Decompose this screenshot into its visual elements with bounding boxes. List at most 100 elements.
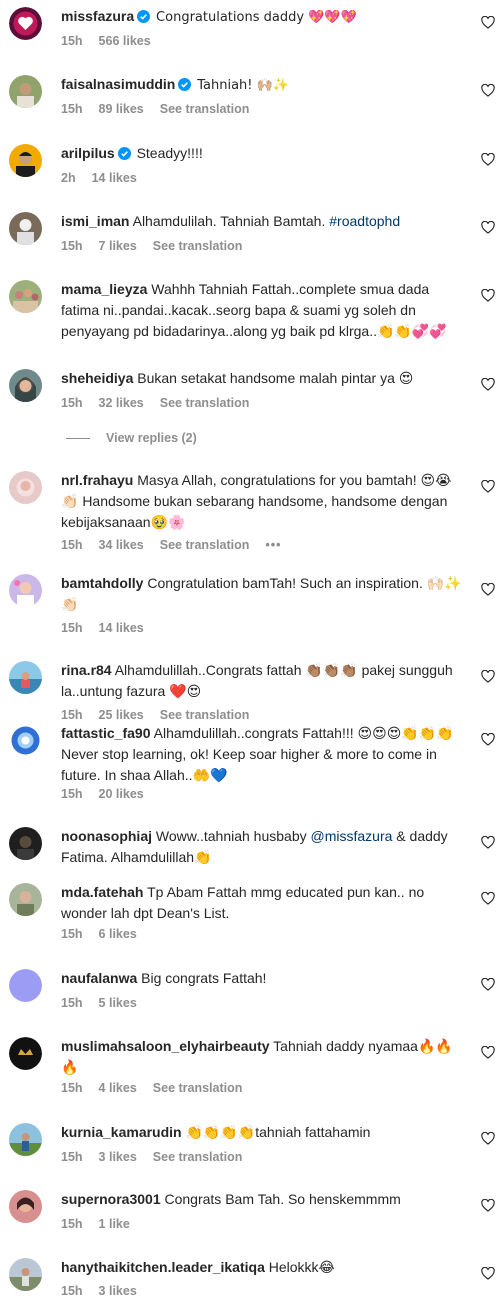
username[interactable]: mda.fatehah — [61, 884, 143, 900]
heart-icon[interactable] — [481, 289, 495, 302]
likes-count[interactable]: 4 likes — [99, 1081, 137, 1095]
see-translation-link[interactable]: See translation — [160, 538, 250, 552]
username[interactable]: bamtahdolly — [61, 575, 143, 591]
username[interactable]: arilpilus — [61, 145, 115, 161]
comment-text: Steadyy!!!! — [136, 145, 203, 161]
avatar[interactable] — [9, 1190, 42, 1223]
comment-time: 15h — [61, 538, 83, 552]
username[interactable]: rina.r84 — [61, 662, 112, 678]
heart-icon[interactable] — [481, 670, 495, 683]
comment-text: Big congrats Fattah! — [141, 970, 267, 986]
username[interactable]: faisalnasimuddin — [61, 76, 175, 92]
avatar[interactable] — [9, 471, 42, 504]
heart-icon[interactable] — [481, 378, 495, 391]
avatar[interactable] — [9, 574, 42, 607]
username[interactable]: hanythaikitchen.leader_ikatiqa — [61, 1259, 265, 1275]
heart-icon[interactable] — [481, 892, 495, 905]
heart-icon[interactable] — [481, 221, 495, 234]
avatar[interactable] — [9, 827, 42, 860]
heart-icon[interactable] — [481, 480, 495, 493]
see-translation-link[interactable]: See translation — [153, 1081, 243, 1095]
comment-time: 15h — [61, 1217, 83, 1231]
comment-time: 15h — [61, 102, 83, 116]
comment-time: 15h — [61, 621, 83, 635]
username[interactable]: noonasophiaj — [61, 828, 152, 844]
avatar[interactable] — [9, 724, 42, 757]
likes-count[interactable]: 5 likes — [99, 996, 137, 1010]
username[interactable]: mama_lieyza — [61, 281, 147, 297]
comment-text: Congratulations daddy 💖💖💖 — [156, 10, 357, 25]
comment-time: 2h — [61, 171, 76, 185]
username[interactable]: muslimahsaloon_elyhairbeauty — [61, 1038, 270, 1054]
avatar[interactable] — [9, 661, 42, 694]
likes-count[interactable]: 14 likes — [99, 621, 144, 635]
heart-icon[interactable] — [481, 978, 495, 991]
likes-count[interactable]: 7 likes — [99, 239, 137, 253]
comment-time: 15h — [61, 1150, 83, 1164]
view-replies-label: View replies (2) — [106, 431, 197, 445]
avatar[interactable] — [9, 1258, 42, 1291]
avatar[interactable] — [9, 883, 42, 916]
mention-link[interactable]: @missfazura — [311, 828, 393, 844]
likes-count[interactable]: 14 likes — [92, 171, 137, 185]
heart-icon[interactable] — [481, 836, 495, 849]
heart-icon[interactable] — [481, 1267, 495, 1280]
avatar[interactable] — [9, 7, 42, 40]
comments-feed: missfazura Congratulations daddy 💖💖💖 15h… — [0, 0, 500, 1298]
see-translation-link[interactable]: See translation — [160, 708, 250, 722]
username[interactable]: naufalanwa — [61, 970, 137, 986]
heart-icon[interactable] — [481, 583, 495, 596]
username[interactable]: sheheidiya — [61, 370, 133, 386]
likes-count[interactable]: 3 likes — [99, 1284, 137, 1298]
likes-count[interactable]: 1 like — [99, 1217, 130, 1231]
heart-icon[interactable] — [481, 733, 495, 746]
avatar[interactable] — [9, 144, 42, 177]
verified-badge-icon — [137, 8, 151, 29]
avatar[interactable] — [9, 75, 42, 108]
comment-text: Alhamdulillah..Congrats fattah 👏🏽👏🏽👏🏽 pa… — [61, 662, 453, 699]
username[interactable]: supernora3001 — [61, 1191, 161, 1207]
avatar[interactable] — [9, 969, 42, 1002]
see-translation-link[interactable]: See translation — [160, 102, 250, 116]
see-translation-link[interactable]: See translation — [160, 396, 250, 410]
see-translation-link[interactable]: See translation — [153, 1150, 243, 1164]
username[interactable]: missfazura — [61, 8, 134, 24]
heart-icon[interactable] — [481, 1199, 495, 1212]
avatar[interactable] — [9, 212, 42, 245]
username[interactable]: fattastic_fa90 — [61, 725, 151, 741]
likes-count[interactable]: 566 likes — [99, 34, 151, 48]
comment-text: Bukan setakat handsome malah pintar ya 😍 — [137, 370, 414, 386]
heart-icon[interactable] — [481, 153, 495, 166]
avatar[interactable] — [9, 369, 42, 402]
heart-icon[interactable] — [481, 1132, 495, 1145]
replies-divider — [66, 438, 90, 440]
verified-badge-icon — [117, 145, 131, 166]
hashtag-link[interactable]: #roadtophd — [329, 213, 400, 229]
comment-time: 15h — [61, 396, 83, 410]
avatar[interactable] — [9, 1037, 42, 1070]
heart-icon[interactable] — [481, 16, 495, 29]
comment-time: 15h — [61, 996, 83, 1010]
view-replies-button[interactable]: View replies (2) — [66, 431, 197, 445]
heart-icon[interactable] — [481, 1046, 495, 1059]
likes-count[interactable]: 32 likes — [99, 396, 144, 410]
likes-count[interactable]: 34 likes — [99, 538, 144, 552]
more-options-icon[interactable]: ••• — [265, 538, 281, 552]
see-translation-link[interactable]: See translation — [153, 239, 243, 253]
username[interactable]: nrl.frahayu — [61, 472, 133, 488]
avatar[interactable] — [9, 280, 42, 313]
avatar[interactable] — [9, 1123, 42, 1156]
likes-count[interactable]: 20 likes — [99, 787, 144, 801]
username[interactable]: ismi_iman — [61, 213, 129, 229]
comment-time: 15h — [61, 34, 83, 48]
heart-icon[interactable] — [481, 84, 495, 97]
username[interactable]: kurnia_kamarudin — [61, 1124, 182, 1140]
likes-count[interactable]: 25 likes — [99, 708, 144, 722]
likes-count[interactable]: 6 likes — [99, 927, 137, 941]
comment-time: 15h — [61, 787, 83, 801]
likes-count[interactable]: 3 likes — [99, 1150, 137, 1164]
comment-text: 👏👏👏👏tahniah fattahamin — [185, 1124, 371, 1140]
comment-text: Woww..tahniah husbaby — [155, 828, 307, 844]
comment-text: Helokkk😂 — [268, 1259, 335, 1275]
likes-count[interactable]: 89 likes — [99, 102, 144, 116]
